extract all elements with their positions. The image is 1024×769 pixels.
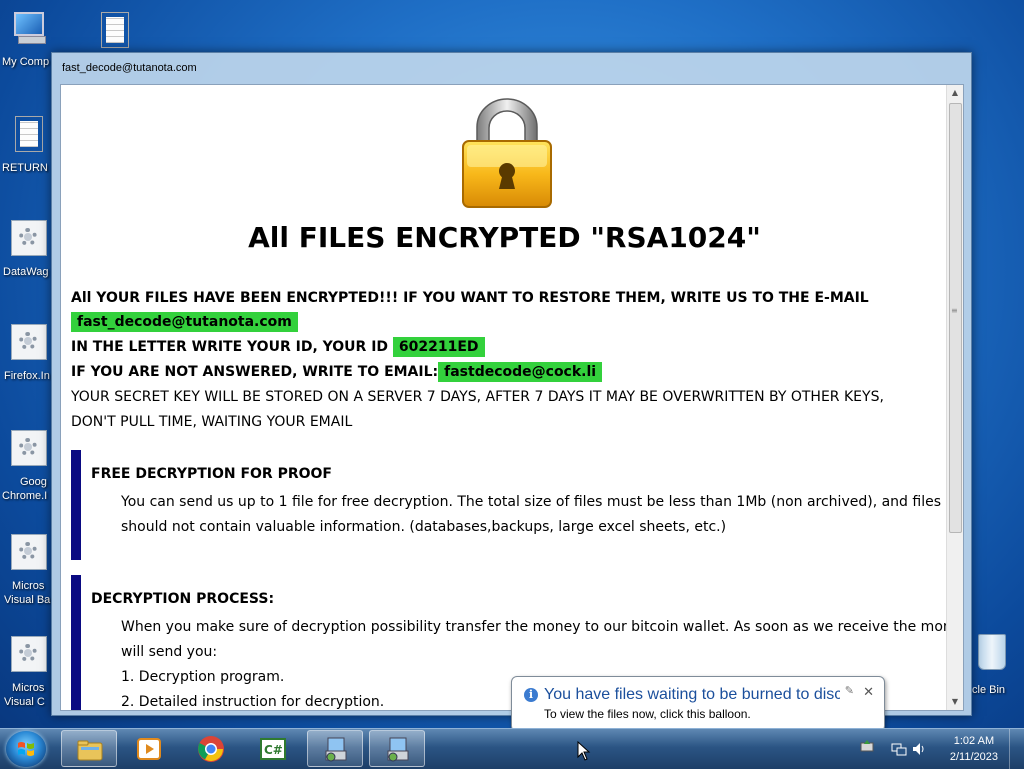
key-storage-warning: YOUR SECRET KEY WILL BE STORED ON A SERV…: [71, 389, 884, 405]
balloon-text: To view the files now, click this balloo…: [544, 707, 751, 721]
folder-icon: [77, 740, 103, 761]
desktop-icon-label: Micros: [12, 682, 45, 694]
desktop-icon-visual-basic[interactable]: Micros Visual Ba: [0, 534, 58, 606]
start-button[interactable]: [6, 731, 46, 767]
desktop-icon-label: Visual Ba: [4, 594, 51, 606]
taskbar-csharp[interactable]: C#: [245, 730, 301, 767]
show-desktop-button[interactable]: [1009, 729, 1024, 769]
section-bar: [71, 450, 81, 560]
id-instruction: IN THE LETTER WRITE YOUR ID, YOUR ID: [71, 339, 389, 355]
recycle-bin-icon: [978, 634, 1006, 670]
list-item: 1. Decryption program.: [121, 669, 285, 685]
volume-icon[interactable]: [911, 741, 927, 757]
desktop-icon-label: Visual C: [4, 696, 45, 708]
ransom-note-window[interactable]: fast_decode@tutanota.com All FILES ENCRY…: [51, 52, 972, 716]
desktop-icon-label: Micros: [12, 580, 45, 592]
section-body: should not contain valuable information.…: [121, 519, 727, 535]
taskbar-ransom-app[interactable]: [307, 730, 363, 767]
taskbar-media-player[interactable]: [121, 730, 177, 767]
desktop-icon-return[interactable]: RETURN: [0, 116, 58, 174]
desktop-icon-label: cle Bin: [972, 684, 1006, 696]
padlock-icon: [462, 98, 552, 208]
system-tray: 1:02 AM 2/11/2023: [849, 729, 1024, 769]
close-icon[interactable]: ✕: [863, 684, 874, 700]
application-icon: [11, 636, 47, 672]
application-icon: [11, 534, 47, 570]
scroll-up-icon[interactable]: ▲: [947, 85, 963, 101]
disc-burn-icon[interactable]: [859, 739, 875, 755]
desktop-icon-label: My Comp: [2, 56, 50, 68]
windows-logo-icon: [18, 742, 34, 756]
contact-email-secondary: fastdecode@cock.li: [438, 362, 603, 382]
section-title: FREE DECRYPTION FOR PROOF: [91, 466, 332, 482]
clock-date: 2/11/2023: [949, 751, 998, 763]
section-body: You can send us up to 1 file for free de…: [121, 494, 941, 510]
application-icon: [11, 220, 47, 256]
document-icon: [15, 116, 43, 152]
scroll-thumb[interactable]: [949, 103, 962, 533]
options-icon[interactable]: ✎: [845, 684, 854, 697]
desktop-icon-datawag[interactable]: DataWag: [0, 220, 58, 278]
info-icon: i: [524, 688, 538, 702]
desktop-icon-my-computer[interactable]: My Comp: [0, 10, 58, 68]
clock-time: 1:02 AM: [953, 735, 995, 747]
vertical-scrollbar[interactable]: ▲ ≡ ▼: [946, 85, 963, 710]
email-line: fast_decode@tutanota.com: [71, 312, 298, 332]
scroll-down-icon[interactable]: ▼: [947, 694, 963, 710]
media-player-icon: [137, 738, 161, 760]
contact-email-primary: fast_decode@tutanota.com: [71, 312, 298, 332]
taskbar-chrome[interactable]: [183, 730, 239, 767]
desktop-icon-document[interactable]: [86, 12, 144, 48]
document-icon: [101, 12, 129, 48]
section-body: When you make sure of decryption possibi…: [121, 619, 964, 635]
mouse-cursor-icon: [577, 741, 591, 761]
desktop-icon-chrome[interactable]: Goog Chrome.I: [0, 430, 58, 502]
desktop-icon-visual-c[interactable]: Micros Visual C: [0, 636, 58, 708]
desktop-icon-label: Firefox.In: [4, 370, 50, 382]
svg-text:C#: C#: [264, 743, 283, 757]
id-line: IN THE LETTER WRITE YOUR ID, YOUR ID 602…: [71, 337, 485, 357]
time-warning: DON'T PULL TIME, WAITING YOUR EMAIL: [71, 414, 353, 430]
taskbar-explorer[interactable]: [61, 730, 117, 767]
desktop-icon-label: Chrome.I: [2, 490, 48, 502]
desktop-icon-firefox[interactable]: Firefox.In: [0, 324, 58, 382]
chrome-icon: [198, 736, 224, 762]
installer-icon: [325, 737, 347, 762]
ransom-headline: All FILES ENCRYPTED "RSA1024": [248, 221, 761, 254]
notification-balloon[interactable]: i You have files waiting to be burned to…: [511, 676, 885, 741]
csharp-icon: C#: [260, 738, 286, 760]
computer-icon: [10, 10, 48, 46]
window-title: fast_decode@tutanota.com: [62, 62, 197, 74]
fallback-email-line: IF YOU ARE NOT ANSWERED, WRITE TO EMAIL:…: [71, 362, 603, 382]
application-icon: [11, 430, 47, 466]
network-icon[interactable]: [891, 741, 907, 757]
clock[interactable]: 1:02 AM 2/11/2023: [950, 733, 998, 765]
section-body: will send you:: [121, 644, 218, 660]
installer-icon: [387, 737, 409, 762]
desktop-icon-label: RETURN: [2, 162, 48, 174]
section-title: DECRYPTION PROCESS:: [91, 591, 275, 607]
fallback-instruction: IF YOU ARE NOT ANSWERED, WRITE TO EMAIL:: [71, 364, 439, 380]
taskbar-installer[interactable]: [369, 730, 425, 767]
desktop-icon-label: Goog: [20, 476, 47, 488]
application-icon: [11, 324, 47, 360]
free-decryption-section: FREE DECRYPTION FOR PROOF You can send u…: [71, 450, 941, 560]
grip-icon: ≡: [951, 306, 958, 315]
balloon-title: You have files waiting to be burned to d…: [544, 686, 840, 703]
section-bar: [71, 575, 81, 710]
note-content: All FILES ENCRYPTED "RSA1024" All YOUR F…: [60, 84, 964, 711]
desktop-icon-label: DataWag: [3, 266, 49, 278]
list-item: 2. Detailed instruction for decryption.: [121, 694, 385, 710]
taskbar: C# 1:02 AM 2/11/2023: [0, 728, 1024, 769]
restore-instruction: All YOUR FILES HAVE BEEN ENCRYPTED!!! IF…: [71, 290, 869, 306]
victim-id: 602211ED: [392, 337, 485, 357]
